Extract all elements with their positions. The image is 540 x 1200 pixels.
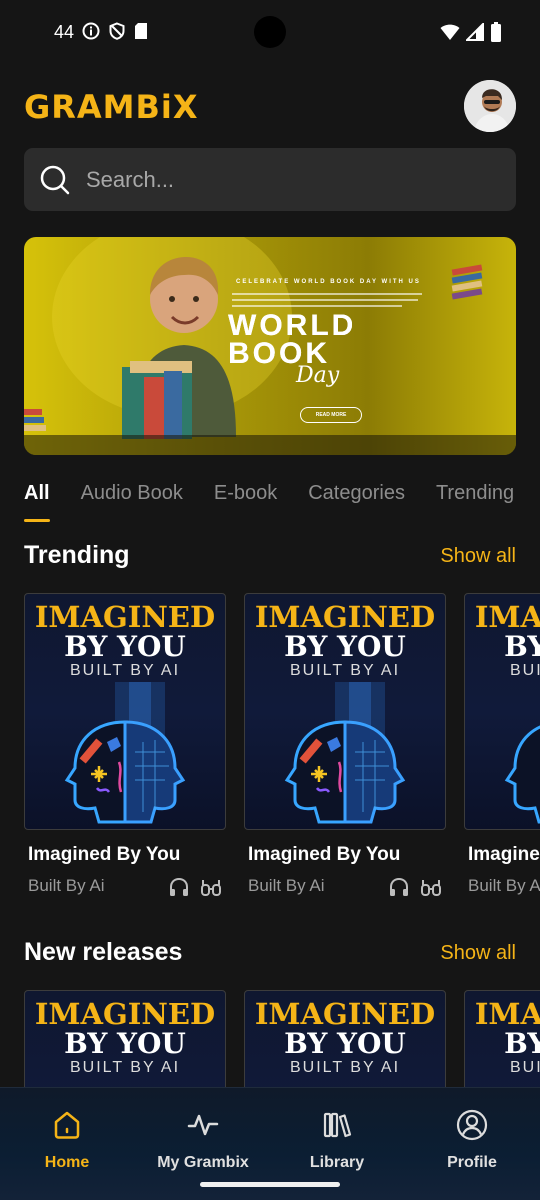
book-card[interactable]: IMAGINED BY YOU BUILT BY AI Imagined By … (244, 593, 446, 900)
read-more-button[interactable]: READ MORE (300, 407, 362, 423)
battery-icon (491, 22, 501, 42)
home-indicator[interactable] (200, 1182, 340, 1187)
status-time: 44 (54, 22, 75, 42)
avatar[interactable] (464, 80, 516, 132)
banner-tagline: CELEBRATE WORLD BOOK DAY WITH US (236, 279, 421, 285)
cover-title-line2: BY YOU (504, 1027, 540, 1060)
book-author: Built By Ai (248, 876, 325, 895)
trending-header: Trending Show all (24, 541, 516, 575)
cover-title-line2: BY YOU (64, 630, 186, 663)
section-title-new-releases: New releases (24, 938, 183, 966)
trending-carousel[interactable]: IMAGINED BY YOU BUILT BY AI Imagined By … (24, 593, 540, 903)
new-releases-carousel[interactable]: IMAGINED BY YOU BUILT BY AI IMAGINED BY … (24, 990, 540, 1087)
cover-title-line2: BY YOU (284, 1027, 406, 1060)
library-icon (323, 1112, 352, 1138)
cover-subtitle: BUILT BY AI (69, 662, 181, 679)
avatar-photo (464, 80, 516, 132)
camera-cutout (254, 16, 286, 48)
cover-title-line1: IMAGINED (474, 997, 540, 1031)
ai-head-illustration (284, 682, 406, 824)
book-card[interactable]: IMAGINED BY YOU BUILT BY AI (464, 990, 540, 1087)
nav-profile[interactable]: Profile (407, 1108, 537, 1172)
app-header: GRAMBiX (24, 80, 516, 132)
cover-title-line1: IMAGINED (254, 997, 436, 1031)
cover-title-line1: IMAGINED (34, 997, 216, 1031)
nav-label-library: Library (309, 1154, 365, 1171)
activity-icon (187, 1114, 219, 1136)
book-cover: IMAGINED BY YOU BUILT BY AI (244, 593, 446, 830)
ai-head-illustration (64, 682, 186, 824)
search-icon (40, 165, 70, 194)
nav-my-grambix[interactable]: My Grambix (138, 1108, 268, 1172)
nav-label-my-grambix: My Grambix (157, 1154, 249, 1171)
book-title: Imagined By You (248, 844, 401, 865)
trending-show-all-link[interactable]: Show all (440, 545, 516, 568)
new-releases-header: New releases Show all (24, 938, 516, 972)
info-icon (82, 22, 100, 40)
cover-subtitle: BUILT BY AI (69, 1059, 181, 1076)
search-bar[interactable] (24, 148, 516, 211)
section-title-trending: Trending (24, 541, 130, 569)
book-card[interactable]: IMAGINED BY YOU BUILT BY AI Imagined By … (24, 593, 226, 900)
reading-glasses-icon (201, 880, 221, 896)
sim-card-icon (135, 23, 147, 39)
tab-audio-book[interactable]: Audio Book (81, 482, 183, 522)
new-releases-show-all-link[interactable]: Show all (440, 942, 516, 965)
cover-title-line2: BY YOU (504, 630, 540, 663)
book-card[interactable]: IMAGINED BY YOU BUILT BY AI (244, 990, 446, 1087)
shield-icon (109, 22, 125, 40)
book-title: Imagined By You (28, 844, 181, 865)
tab-all[interactable]: All (24, 482, 50, 522)
book-card[interactable]: IMAGINED BY YOU BUILT BY AI Imagined By … (464, 593, 540, 900)
nav-label-profile: Profile (447, 1154, 497, 1171)
nav-home[interactable]: Home (2, 1108, 132, 1172)
book-cover: IMAGINED BY YOU BUILT BY AI (24, 990, 226, 1087)
promo-banner[interactable]: CELEBRATE WORLD BOOK DAY WITH US WORLD B… (24, 237, 516, 455)
cover-subtitle: BUILT BY AI (509, 1059, 540, 1076)
book-card[interactable]: IMAGINED BY YOU BUILT BY AI (24, 990, 226, 1087)
cover-subtitle: BUILT BY AI (509, 662, 540, 679)
cover-subtitle: BUILT BY AI (289, 1059, 401, 1076)
signal-icon (466, 23, 484, 41)
cover-title-line1: IMAGINED (34, 600, 216, 634)
book-cover: IMAGINED BY YOU BUILT BY AI (464, 593, 540, 830)
book-title: Imagined By You (468, 844, 540, 865)
headphones-icon (170, 877, 188, 896)
tab-e-book[interactable]: E-book (214, 482, 277, 522)
book-cover: IMAGINED BY YOU BUILT BY AI (464, 990, 540, 1087)
ai-head-illustration (504, 725, 540, 824)
cover-title-line1: IMAGINED (254, 600, 436, 634)
tab-categories[interactable]: Categories (308, 482, 405, 522)
cover-title-line2: BY YOU (64, 1027, 186, 1060)
tab-trending[interactable]: Trending (436, 482, 514, 522)
app-logo: GRAMBiX (24, 88, 199, 126)
book-cover: IMAGINED BY YOU BUILT BY AI (244, 990, 446, 1087)
cover-title-line2: BY YOU (284, 630, 406, 663)
cover-subtitle: BUILT BY AI (289, 662, 401, 679)
book-author: Built By Ai (28, 876, 105, 895)
search-input[interactable] (86, 166, 466, 193)
category-tabs: All Audio Book E-book Categories Trendin… (24, 482, 540, 522)
cover-title-line1: IMAGINED (474, 600, 540, 634)
nav-library[interactable]: Library (272, 1108, 402, 1172)
banner-title-day: Day (296, 363, 340, 388)
book-author: Built By Ai (468, 876, 540, 895)
reading-glasses-icon (421, 880, 441, 896)
status-bar: 44 (0, 0, 540, 66)
nav-label-home: Home (44, 1154, 90, 1171)
wifi-icon (440, 24, 460, 40)
headphones-icon (390, 877, 408, 896)
profile-icon (456, 1109, 488, 1141)
home-icon (54, 1111, 80, 1139)
book-cover: IMAGINED BY YOU BUILT BY AI (24, 593, 226, 830)
